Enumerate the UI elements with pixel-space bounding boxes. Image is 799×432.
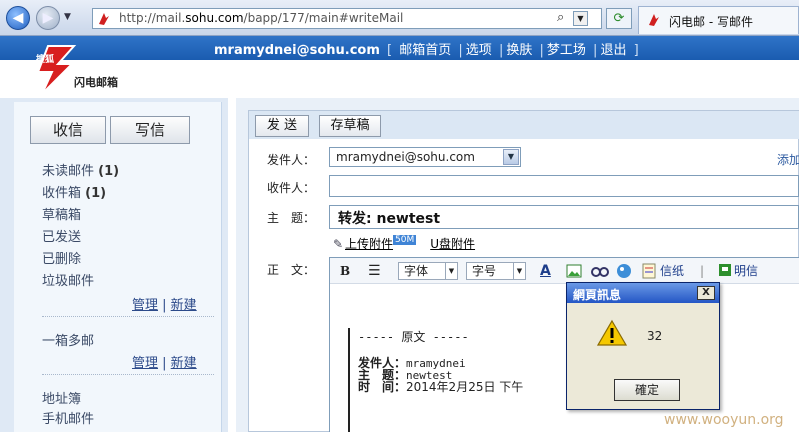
upload-attachment-link[interactable]: 上传附件 (345, 237, 393, 251)
sidebar-item-deleted[interactable]: 已删除 (42, 248, 81, 267)
emoticon-icon[interactable] (616, 263, 632, 281)
letter-paper-icon[interactable] (642, 263, 656, 281)
subject-label: 主 题： (267, 211, 316, 225)
new-multi-box-link[interactable]: 新建 (171, 356, 197, 371)
svg-text:闪电邮箱: 闪电邮箱 (74, 75, 118, 89)
write-mail-button[interactable]: 写信 (110, 116, 190, 144)
link-logout[interactable]: 退出 (600, 43, 626, 58)
tab-favicon-icon (649, 14, 659, 26)
quoted-original: ----- 原文 ----- 发件人：mramydnei 主 题：newtest… (348, 328, 568, 432)
sidebar-item-mobile-mail[interactable]: 手机邮件 (42, 408, 94, 427)
quote-header: ----- 原文 ----- (358, 330, 469, 344)
user-bar: mramydnei@sohu.com [ 邮箱首页 | 选项 | 换肤 | 梦工场 |… (214, 43, 639, 58)
user-email: mramydnei@sohu.com (214, 43, 380, 58)
forward-arrow-icon: ▶ (42, 10, 54, 26)
from-label: 发件人： (267, 153, 316, 167)
refresh-icon: ⟳ (613, 11, 625, 26)
address-url: http://mail.sohu.com/bapp/177/main#write… (119, 11, 404, 25)
save-draft-button[interactable]: 存草稿 (319, 115, 381, 137)
body-editor[interactable]: B ☰ 字体 ▼ 字号 ▼ A 信纸 | 明信 ----- 原文 ----- 发… (329, 257, 799, 432)
from-select[interactable]: mramydnei@sohu.com ▼ (329, 147, 521, 167)
compose-toolbar: 发 送 存草稿 (249, 111, 799, 139)
manage-folders-link[interactable]: 管理 (132, 298, 158, 313)
folder-actions: 管理 | 新建 (132, 298, 197, 313)
postcard-button[interactable]: 明信 (734, 262, 758, 280)
sidebar-item-drafts[interactable]: 草稿箱 (42, 204, 81, 223)
sidebar-item-sent[interactable]: 已发送 (42, 226, 81, 245)
warning-icon (597, 319, 627, 346)
to-field[interactable] (329, 175, 799, 197)
sidebar-item-address-book[interactable]: 地址簿 (42, 388, 81, 407)
subject-field[interactable]: 转发: newtest (329, 205, 799, 229)
address-dropdown-icon[interactable]: ▼ (573, 11, 588, 26)
sidebar-divider (42, 316, 214, 317)
body-label: 正 文： (267, 263, 316, 277)
link-icon[interactable] (590, 263, 610, 281)
address-bar[interactable]: http://mail.sohu.com/bapp/177/main#write… (92, 8, 602, 29)
search-icon[interactable]: ⌕ (557, 10, 564, 25)
sidebar-divider-2 (42, 374, 214, 375)
sidebar-item-unread[interactable]: 未读邮件 (1) (42, 160, 119, 179)
close-icon[interactable]: X (697, 286, 715, 300)
browser-tab[interactable]: 闪电邮 - 写邮件 (638, 6, 799, 34)
sidebar: 收信 写信 未读邮件 (1) 收件箱 (1) 草稿箱 已发送 已删除 垃圾邮件 … (0, 98, 228, 432)
chevron-down-icon: ▼ (503, 149, 519, 165)
paperclip-icon: ✎ (333, 237, 344, 251)
add-field-link[interactable]: 添加 (777, 151, 799, 168)
sidebar-item-multi-box[interactable]: 一箱多邮 (42, 330, 94, 349)
dialog-titlebar[interactable]: 網頁訊息 X (567, 283, 719, 303)
attachment-row: ✎ 上传附件 50M U盘附件 (333, 235, 475, 252)
image-icon[interactable] (566, 264, 582, 282)
refresh-button[interactable]: ⟳ (606, 8, 632, 29)
tab-title: 闪电邮 - 写邮件 (669, 15, 753, 29)
send-button[interactable]: 发 送 (255, 115, 309, 137)
forward-button[interactable]: ▶ (36, 6, 60, 30)
mail-header: 闪电邮箱 搜狐 mramydnei@sohu.com [ 邮箱首页 | 选项 | 换… (0, 36, 799, 98)
sidebar-panel: 收信 写信 未读邮件 (1) 收件箱 (1) 草稿箱 已发送 已删除 垃圾邮件 … (14, 102, 222, 432)
mail-logo[interactable]: 闪电邮箱 搜狐 (28, 40, 148, 96)
letter-paper-button[interactable]: 信纸 (660, 262, 684, 280)
u-disk-attachment-link[interactable]: U盘附件 (430, 237, 475, 251)
font-family-select[interactable]: 字体 ▼ (398, 262, 458, 280)
link-dream-works[interactable]: 梦工场 (547, 43, 586, 58)
bold-button[interactable]: B (340, 262, 350, 280)
quote-time-row: 时 间：2014年2月25日 下午 (358, 380, 524, 394)
sidebar-item-spam[interactable]: 垃圾邮件 (42, 270, 94, 289)
dialog-message: 32 (647, 329, 663, 343)
link-options[interactable]: 选项 (466, 43, 492, 58)
site-favicon-icon (99, 13, 109, 25)
align-icon[interactable]: ☰ (368, 262, 381, 280)
toolbar-separator: | (700, 264, 705, 278)
manage-multi-box-link[interactable]: 管理 (132, 356, 158, 371)
logo-small-text: 搜狐 (36, 55, 55, 65)
font-color-button[interactable]: A (540, 262, 551, 280)
link-mail-home[interactable]: 邮箱首页 (399, 43, 451, 58)
back-arrow-icon: ◀ (12, 10, 24, 26)
lightning-logo-icon: 闪电邮箱 (36, 45, 118, 95)
to-label: 收件人： (267, 181, 316, 195)
new-folder-link[interactable]: 新建 (171, 298, 197, 313)
font-size-select[interactable]: 字号 ▼ (466, 262, 526, 280)
upload-limit-badge: 50M (393, 235, 417, 245)
chevron-down-icon: ▼ (513, 263, 525, 279)
receive-mail-button[interactable]: 收信 (30, 116, 106, 144)
editor-toolbar: B ☰ 字体 ▼ 字号 ▼ A 信纸 | 明信 (330, 258, 799, 284)
watermark: www.wooyun.org (664, 412, 784, 428)
ok-button[interactable]: 確定 (614, 379, 680, 401)
history-dropdown-icon[interactable]: ▼ (64, 12, 71, 22)
multi-box-actions: 管理 | 新建 (132, 356, 197, 371)
postcard-icon[interactable] (718, 263, 732, 281)
browser-toolbar: ◀ ▶ ▼ http://mail.sohu.com/bapp/177/main… (0, 0, 799, 36)
subject-value: 转发: newtest (338, 211, 441, 227)
link-skin[interactable]: 换肤 (506, 43, 532, 58)
sidebar-item-inbox[interactable]: 收件箱 (1) (42, 182, 106, 201)
chevron-down-icon: ▼ (445, 263, 457, 279)
alert-dialog: 網頁訊息 X 32 確定 (566, 282, 720, 410)
dialog-title: 網頁訊息 (573, 288, 622, 302)
back-button[interactable]: ◀ (6, 6, 30, 30)
